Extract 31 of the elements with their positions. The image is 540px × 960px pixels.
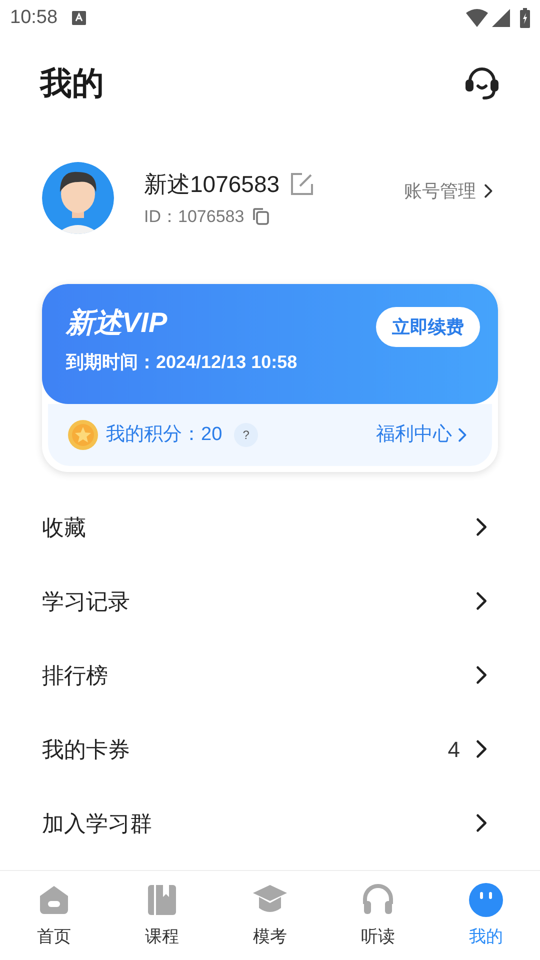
user-id: ID：1076583 bbox=[144, 206, 244, 228]
account-management-link[interactable]: 账号管理 bbox=[404, 178, 498, 204]
coupon-count: 4 bbox=[448, 736, 460, 764]
vip-title: 新述VIP bbox=[66, 306, 168, 340]
nav-tab[interactable]: 听读 bbox=[324, 882, 432, 950]
page-title: 我的 bbox=[40, 64, 104, 103]
avatar-icon bbox=[42, 162, 114, 234]
nav-tab[interactable]: 课程 bbox=[108, 882, 216, 950]
wifi-icon bbox=[466, 9, 488, 27]
welfare-center-link[interactable]: 福利中心 bbox=[376, 420, 472, 450]
menu-item[interactable]: 排行榜 bbox=[0, 638, 540, 712]
user-name: 新述1076583 bbox=[144, 170, 280, 199]
edit-icon[interactable] bbox=[290, 172, 314, 196]
smiley-face-icon bbox=[468, 882, 504, 918]
menu-item[interactable]: 收藏 bbox=[0, 490, 540, 564]
nav-tab[interactable]: 模考 bbox=[216, 882, 324, 950]
help-badge[interactable]: ? bbox=[234, 423, 258, 447]
nav-tab[interactable]: 首页 bbox=[0, 882, 108, 950]
menu-item[interactable]: 我的卡券 4 bbox=[0, 712, 540, 786]
signal-icon bbox=[492, 9, 510, 27]
points-text: 我的积分：20 bbox=[106, 422, 222, 447]
status-time: 10:58 bbox=[10, 6, 58, 30]
headset-icon[interactable] bbox=[464, 65, 500, 101]
copy-icon[interactable] bbox=[252, 207, 270, 226]
keyboard-icon bbox=[72, 11, 86, 25]
menu-item[interactable]: 加入学习群 bbox=[0, 786, 540, 860]
menu-item[interactable]: 学习记录 bbox=[0, 564, 540, 638]
expiry-date: 到期时间：2024/12/13 10:58 bbox=[66, 351, 298, 374]
renew-button[interactable]: 立即续费 bbox=[376, 307, 480, 347]
battery-icon bbox=[520, 8, 530, 28]
coin-icon bbox=[68, 420, 98, 450]
